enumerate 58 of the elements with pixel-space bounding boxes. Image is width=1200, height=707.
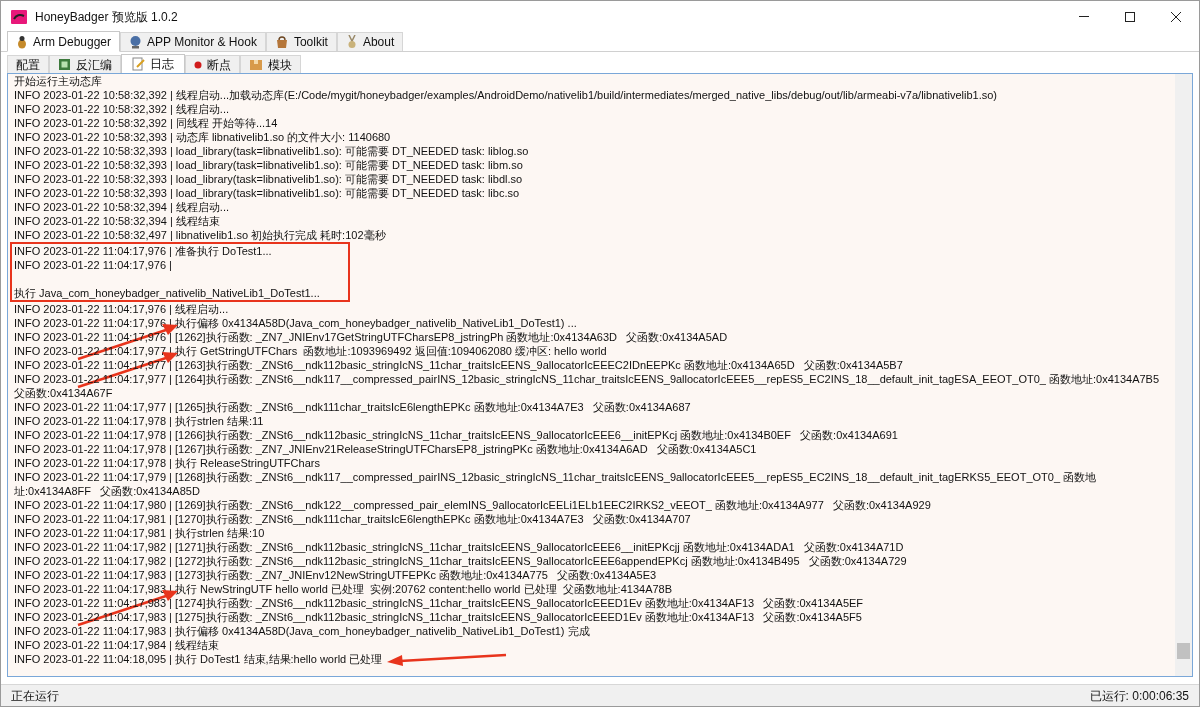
main-tab[interactable]: Arm Debugger — [7, 31, 121, 52]
log-line: INFO 2023-01-22 10:58:32,497 | libnativelib1.so 初始执行完成 耗时:102毫秒 — [14, 228, 386, 242]
log-line: INFO 2023-01-22 10:58:32,393 | 动态库 libnativelib1.so 的文件大小: 1140680 — [14, 130, 391, 144]
sub-tab[interactable]: 断点 — [185, 55, 240, 73]
sub-tab[interactable]: 反汇编 — [49, 55, 121, 73]
sub-tab[interactable]: 配置 — [7, 55, 49, 73]
bug-icon — [16, 34, 28, 49]
chip-icon — [58, 58, 71, 71]
scrollbar[interactable] — [1175, 74, 1192, 676]
main-tab[interactable]: APP Monitor & Hook — [120, 32, 266, 51]
log-line: INFO 2023-01-22 11:04:17,978 | [1267]执行函数: _ZN7_JNIEnv21ReleaseStringUTFCharsEP8_jstringPKc 函数地址:0x4134A6AD 父函数:0x4134A5C1 — [14, 442, 757, 456]
box-icon — [249, 58, 263, 71]
app-logo-icon — [11, 9, 27, 24]
log-line: INFO 2023-01-22 11:04:17,978 | 执行 ReleaseStringUTFChars — [14, 456, 320, 470]
log-line: INFO 2023-01-22 11:04:17,976 | 准备执行 DoTest1... — [10, 242, 350, 258]
log-line: INFO 2023-01-22 11:04:17,983 | [1275]执行函数: _ZNSt6__ndk112basic_stringIcNS_11char_traitsIcEENS_9allocatorIcEEED1Ev 函数地址:0x4134AF13 父函数:0x4134A5F5 — [14, 610, 862, 624]
log-line: INFO 2023-01-22 11:04:17,983 | 执行偏移 0x4134A58D(Java_com_honeybadger_nativelib_NativeLib1_DoTest1) 完成 — [14, 624, 590, 638]
globe-icon — [129, 35, 143, 49]
log-line: INFO 2023-01-22 10:58:32,393 | load_library(task=libnativelib1.so): 可能需要 DT_NEEDED task: libc.so — [14, 186, 520, 200]
log-line: INFO 2023-01-22 10:58:32,394 | 线程结束 — [14, 214, 220, 228]
log-line: INFO 2023-01-22 11:04:17,983 | [1273]执行函数: _ZN7_JNIEnv12NewStringUTFEPKc 函数地址:0x4134A775 父函数:0x4134A5E3 — [14, 568, 657, 582]
log-line: INFO 2023-01-22 11:04:17,976 | 线程启动... — [14, 302, 229, 316]
log-line: INFO 2023-01-22 10:58:32,392 | 线程启动...加载动态库(E:/Code/mygit/honeybadger/examples/AndroidDemo/nativelib1/build/intermediates/merged_native_libs/debug/out/lib/armeabi-v7a/libnativelib1.so) — [14, 88, 997, 102]
log-line: INFO 2023-01-22 11:04:17,984 | 线程结束 — [14, 638, 220, 652]
main-tab[interactable]: About — [336, 32, 404, 51]
minimize-icon — [1079, 16, 1089, 17]
log-line: INFO 2023-01-22 11:04:17,978 | [1266]执行函数: _ZNSt6__ndk112basic_stringIcNS_11char_traitsIcEENS_9allocatorIcEEE6__initEPKcj 函数地址:0x4134B0EF 父函数:0x4134A691 — [14, 428, 898, 442]
log-line: INFO 2023-01-22 11:04:18,095 | 执行 DoTest1 结束,结果:hello world 已处理 — [14, 652, 383, 666]
log-line: INFO 2023-01-22 11:04:17,978 | 执行strlen 结果:11 — [14, 414, 264, 428]
maximize-icon — [1125, 11, 1135, 22]
main-tab[interactable]: Toolkit — [265, 32, 337, 51]
window-title: HoneyBadger 预览版 1.0.2 — [35, 8, 178, 26]
log-line: INFO 2023-01-22 10:58:32,392 | 同线程 开始等待...14 — [14, 116, 278, 130]
dot-icon — [194, 60, 202, 69]
log-line: INFO 2023-01-22 11:04:17,976 | 执行 Java_com_honeybadger_nativelib_NativeLib1_DoTest1... — [10, 258, 350, 302]
elapsed-time: 已运行: 0:00:06:35 — [1089, 687, 1189, 705]
sub-tab[interactable]: 日志 — [121, 54, 185, 74]
log-line: INFO 2023-01-22 11:04:17,977 | [1265]执行函数: _ZNSt6__ndk111char_traitsIcE6lengthEPKc 函数地址:0x4134A7E3 父函数:0x4134A687 — [14, 400, 691, 414]
log-line: INFO 2023-01-22 10:58:32,393 | load_library(task=libnativelib1.so): 可能需要 DT_NEEDED task: libdl.so — [14, 172, 523, 186]
log-line: 开始运行主动态库 — [14, 74, 102, 88]
medal-icon — [345, 35, 358, 49]
log-line: INFO 2023-01-22 10:58:32,393 | load_library(task=libnativelib1.so): 可能需要 DT_NEEDED task: libm.so — [14, 158, 523, 172]
close-icon — [1171, 11, 1181, 22]
log-line: INFO 2023-01-22 11:04:17,981 | [1270]执行函数: _ZNSt6__ndk111char_traitsIcE6lengthEPKc 函数地址:0x4134A7E3 父函数:0x4134A707 — [14, 512, 691, 526]
status-text: 正在运行 — [11, 687, 59, 705]
log-line: INFO 2023-01-22 10:58:32,393 | load_library(task=libnativelib1.so): 可能需要 DT_NEEDED task: liblog.so — [14, 144, 529, 158]
note-icon — [132, 57, 145, 71]
log-line: INFO 2023-01-22 11:04:17,979 | [1268]执行函数: _ZNSt6__ndk117__compressed_pairINS_12basic_stringIcNS_11char_traitsIcEENS_9allocatorIcEEE5__repES5_EC2INS_18__default_init_tagERKS5_EEOT_OT0_ 函数地址:0x4134A8FF 父函数:0x4134A85D — [14, 470, 1098, 498]
log-line: INFO 2023-01-22 11:04:17,982 | [1272]执行函数: _ZNSt6__ndk112basic_stringIcNS_11char_traitsIcEENS_9allocatorIcEEE6appendEPKcj 函数地址:0x4134B495 父函数:0x4134A729 — [14, 554, 907, 568]
bag-icon — [274, 35, 289, 49]
log-line: INFO 2023-01-22 11:04:17,982 | [1271]执行函数: _ZNSt6__ndk112basic_stringIcNS_11char_traitsIcEENS_9allocatorIcEEE6__initEPKcjj 函数地址:0x4134ADA1 父函数:0x4134A71D — [14, 540, 904, 554]
sub-tab[interactable]: 模块 — [240, 55, 301, 73]
log-line: INFO 2023-01-22 10:58:32,394 | 线程启动... — [14, 200, 230, 214]
scrollbar-thumb[interactable] — [1177, 643, 1190, 659]
log-line: INFO 2023-01-22 11:04:17,977 | [1264]执行函数: _ZNSt6__ndk117__compressed_pairINS_12basic_stringIcNS_11char_traitsIcEENS_9allocatorIcEEE5__repES5_EC2INS_18__default_init_tagESA_EEOT_OT0_ 函数地址:0x4134A7B5 父函数:0x4134A67F — [14, 372, 1161, 400]
log-line: INFO 2023-01-22 11:04:17,981 | 执行strlen 结果:10 — [14, 526, 265, 540]
log-line: INFO 2023-01-22 10:58:32,392 | 线程启动... — [14, 102, 230, 116]
log-line: INFO 2023-01-22 11:04:17,980 | [1269]执行函数: _ZNSt6__ndk122__compressed_pair_elemINS_9allocatorIcEELi1ELb1EEC2IRKS2_vEEOT_ 函数地址:0x4134A977 父函数:0x4134A929 — [14, 498, 931, 512]
